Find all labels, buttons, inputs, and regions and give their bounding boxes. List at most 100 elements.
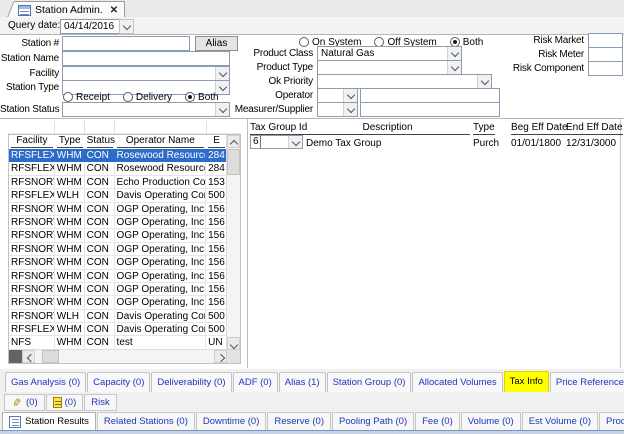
table-row[interactable]: RFSFLEX WHM CON Rosewood Resources, Inc … — [9, 162, 227, 175]
operator-name-cell: Rosewood Resources, Inc — [115, 149, 207, 162]
scroll-up-button[interactable] — [227, 135, 240, 148]
radio-label: Delivery — [136, 92, 172, 103]
operator-input[interactable] — [360, 88, 500, 103]
result-tab[interactable]: Volume (0) — [461, 412, 521, 431]
column-header-type[interactable]: Type — [55, 135, 85, 148]
e-cell: 153 — [206, 176, 227, 189]
product-type-select[interactable] — [317, 60, 462, 75]
table-row[interactable]: RFSNORT WHM CON OGP Operating, Inc. 156 — [9, 203, 227, 216]
horizontal-scrollbar[interactable] — [9, 349, 227, 363]
detail-tab[interactable]: ADF (0) — [233, 372, 278, 392]
scroll-right-button[interactable] — [214, 350, 227, 363]
risk-component-label: Risk Component — [484, 61, 584, 76]
detail-tab-label: Deliverability (0) — [157, 377, 225, 388]
column-header-facility[interactable]: Facility — [9, 135, 55, 148]
detail-tab[interactable]: Station Group (0) — [327, 372, 412, 392]
tax-column-header-beg-eff-date[interactable]: Beg Eff Date — [511, 122, 568, 135]
splitter-handle[interactable] — [9, 350, 22, 363]
radio-option[interactable]: Delivery — [123, 92, 172, 103]
station-number-input[interactable] — [62, 36, 190, 51]
vertical-scroll-thumb[interactable] — [227, 149, 240, 175]
detail-tab[interactable]: Capacity (0) — [87, 372, 150, 392]
vertical-scrollbar[interactable] — [226, 135, 240, 350]
table-row[interactable]: RFSNORT WHM CON OGP Operating, Inc. 156 — [9, 296, 227, 309]
tax-column-header-type[interactable]: Type — [473, 122, 495, 135]
scroll-down-button[interactable] — [227, 337, 240, 350]
ok-priority-select[interactable] — [317, 74, 492, 89]
note-tab[interactable]: Risk — [84, 394, 116, 411]
product-class-value: Natural Gas — [321, 47, 374, 60]
table-row[interactable]: RFSNORT WHM CON OGP Operating, Inc. 156 — [9, 270, 227, 283]
note-tab[interactable]: (0) — [46, 394, 84, 411]
type-cell: WLH — [55, 310, 85, 323]
chevron-down-icon[interactable] — [343, 89, 357, 102]
horizontal-scroll-thumb[interactable] — [42, 350, 59, 363]
table-row[interactable]: RFSNORT WHM CON OGP Operating, Inc. 156 — [9, 243, 227, 256]
detail-tab[interactable]: Deliverability (0) — [151, 372, 231, 392]
column-header-operator-name[interactable]: Operator Name — [115, 135, 207, 148]
scroll-left-button[interactable] — [22, 350, 35, 363]
chevron-down-icon[interactable] — [447, 47, 461, 60]
detail-tab[interactable]: Gas Analysis (0) — [5, 372, 86, 392]
table-row[interactable]: RFSNORT WHM CON OGP Operating, Inc. 156 — [9, 216, 227, 229]
product-class-label: Product Class — [213, 46, 313, 61]
result-tab[interactable]: Est Volume (0) — [522, 412, 598, 431]
table-row[interactable]: RFSFLEX WLH CON Davis Operating Company … — [9, 189, 227, 202]
tax-column-header-id[interactable]: Tax Group Id — [250, 122, 307, 135]
detail-tab[interactable]: Price Reference (0) — [550, 372, 624, 392]
result-tab[interactable]: Products (1) — [599, 412, 624, 431]
detail-tab[interactable]: Tax Info — [504, 371, 549, 392]
detail-tab-label: Alias (1) — [285, 377, 320, 388]
result-tab[interactable]: Reserve (0) — [267, 412, 331, 431]
result-tab[interactable]: Fee (0) — [415, 412, 460, 431]
column-header-status[interactable]: Status — [85, 135, 115, 148]
close-icon[interactable]: ✕ — [110, 5, 118, 16]
chevron-down-icon[interactable] — [343, 103, 357, 116]
tax-panel-right-border — [620, 119, 621, 368]
note-tab[interactable]: (0) — [4, 394, 45, 411]
type-cell: WHM — [55, 162, 85, 175]
product-class-select[interactable]: Natural Gas — [317, 46, 462, 61]
chevron-down-icon[interactable] — [477, 75, 491, 88]
operator-type-select[interactable] — [317, 88, 358, 103]
facility-select[interactable] — [62, 66, 230, 81]
type-cell: WHM — [55, 203, 85, 216]
risk-market-input[interactable] — [588, 33, 623, 48]
status-cell: CON — [85, 189, 115, 202]
result-tab[interactable]: Downtime (0) — [196, 412, 267, 431]
risk-component-input[interactable] — [588, 61, 623, 76]
query-date-dropdown-button[interactable] — [119, 19, 134, 34]
table-row[interactable]: RFSNORT WHM CON OGP Operating, Inc. 156 — [9, 256, 227, 269]
station-name-input[interactable] — [62, 51, 230, 66]
risk-meter-input[interactable] — [588, 47, 623, 62]
table-row[interactable]: RFSNORT WHM CON OGP Operating, Inc. 156 — [9, 283, 227, 296]
chevron-down-icon[interactable] — [288, 136, 302, 148]
table-row[interactable]: RFSNORT WHM CON OGP Operating, Inc. 156 — [9, 229, 227, 242]
column-header-e[interactable]: E — [206, 135, 227, 148]
query-date-value[interactable]: 04/14/2016 — [60, 19, 121, 34]
measurer-type-select[interactable] — [317, 102, 358, 117]
detail-tab[interactable]: Allocated Volumes — [412, 372, 502, 392]
table-row[interactable]: RFSFLEX WHM CON Davis Operating Company … — [9, 323, 227, 336]
table-row[interactable]: RFSNORT WHM CON Echo Production Company … — [9, 176, 227, 189]
station-status-select[interactable] — [62, 102, 230, 117]
result-tab[interactable]: Pooling Path (0) — [332, 412, 414, 431]
status-cell: CON — [85, 296, 115, 309]
tax-column-header-description[interactable]: Description — [305, 122, 470, 135]
status-cell: CON — [85, 323, 115, 336]
table-row[interactable]: RFSFLEX WHM CON Rosewood Resources, Inc … — [9, 149, 227, 162]
document-tab-station-admin[interactable]: Station Admin. ✕ — [14, 1, 125, 18]
tax-group-id-combo[interactable]: 6 — [250, 135, 303, 149]
operator-name-cell: OGP Operating, Inc. — [115, 296, 207, 309]
table-row[interactable]: RFSNORT WLH CON Davis Operating Company … — [9, 310, 227, 323]
result-tab[interactable]: Related Stations (0) — [97, 412, 195, 431]
tax-column-header-end-eff-date[interactable]: End Eff Date — [566, 122, 623, 135]
detail-tab[interactable]: Alias (1) — [279, 372, 326, 392]
status-cell: CON — [85, 283, 115, 296]
result-tab[interactable]: Station Results — [2, 412, 96, 431]
measurer-supplier-input[interactable] — [360, 102, 500, 117]
radio-option[interactable]: Receipt — [63, 92, 110, 103]
table-row[interactable]: NFS WHM CON test UN — [9, 336, 227, 349]
status-cell: CON — [85, 229, 115, 242]
chevron-down-icon[interactable] — [447, 61, 461, 74]
